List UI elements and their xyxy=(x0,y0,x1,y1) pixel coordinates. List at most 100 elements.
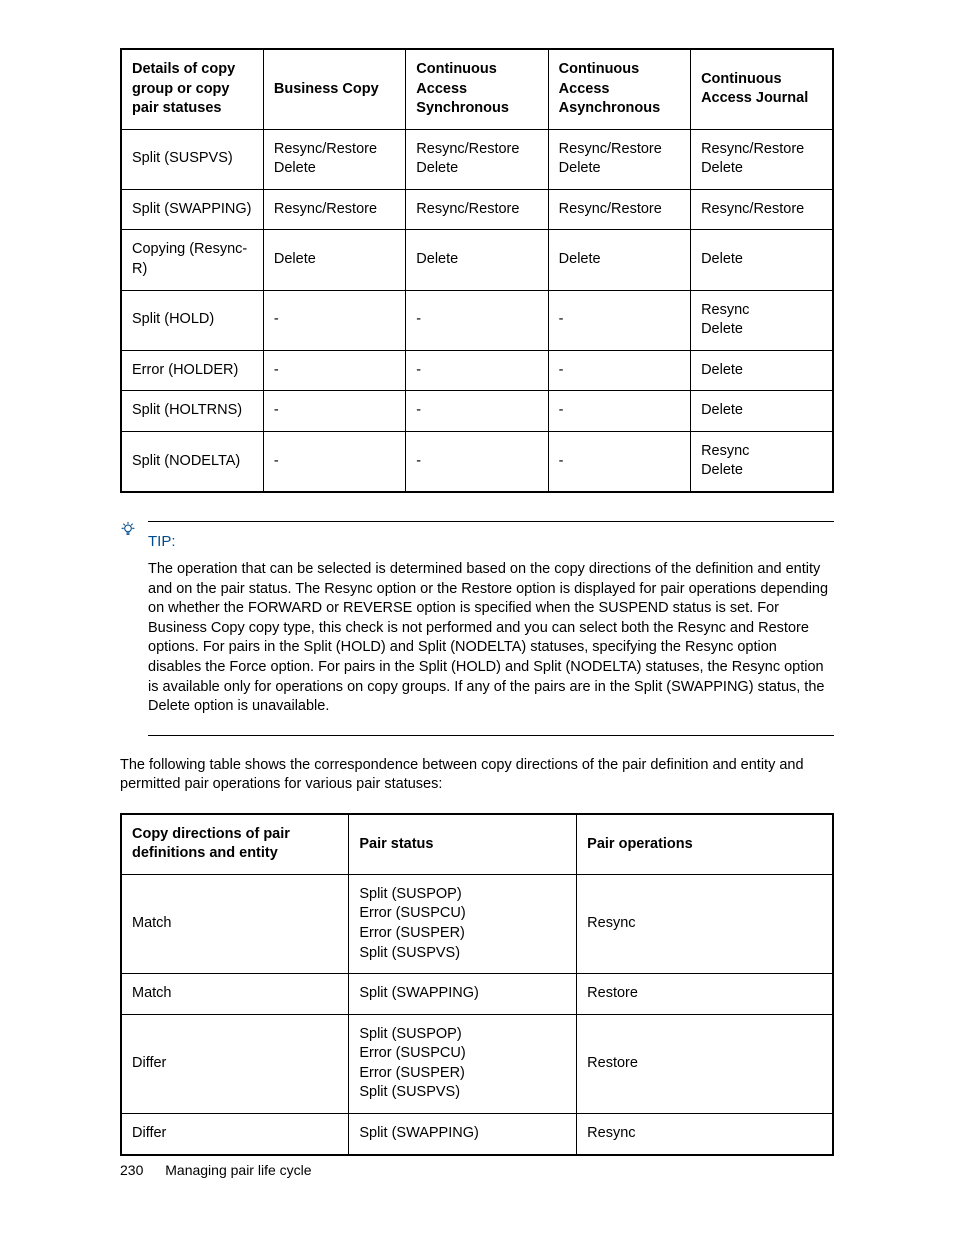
cell-line: - xyxy=(559,452,680,472)
table-cell: Error (HOLDER) xyxy=(121,350,263,391)
table-cell: - xyxy=(406,431,548,492)
cell-line: Split (SUSPOP) xyxy=(359,1025,566,1045)
table-cell: Differ xyxy=(121,1014,349,1113)
table-cell: Split (HOLD) xyxy=(121,290,263,350)
table-cell: Delete xyxy=(548,230,690,290)
cell-line: Delete xyxy=(274,250,395,270)
cell-line: Delete xyxy=(701,159,822,179)
table-row: DifferSplit (SUSPOP)Error (SUSPCU)Error … xyxy=(121,1014,833,1113)
table-row: Split (SWAPPING) Resync/Restore Resync/Res… xyxy=(121,189,833,230)
table1-header-1: Business Copy xyxy=(263,49,405,129)
cell-line: Split (SUSPOP) xyxy=(359,885,566,905)
table-row: Error (HOLDER)---Delete xyxy=(121,350,833,391)
table-cell: Resync/Restore xyxy=(406,189,548,230)
cell-line: Error (SUSPER) xyxy=(359,924,566,944)
table-cell: ResyncDelete xyxy=(691,431,833,492)
table-cell: - xyxy=(406,350,548,391)
cell-line: Delete xyxy=(701,250,822,270)
cell-line: Error (SUSPCU) xyxy=(359,1044,566,1064)
table2-header-0: Copy directions of pair definitions and … xyxy=(121,814,349,875)
table-cell: Resync/Restore xyxy=(263,189,405,230)
table-cell: - xyxy=(406,290,548,350)
table-cell: Split (NODELTA) xyxy=(121,431,263,492)
table-row: Copying (Resync-R)DeleteDeleteDeleteDele… xyxy=(121,230,833,290)
cell-line: Delete xyxy=(701,401,822,421)
table-cell: - xyxy=(263,431,405,492)
table-cell: Delete xyxy=(691,230,833,290)
paragraph-intro-table2: The following table shows the correspond… xyxy=(120,756,834,795)
cell-line: Delete xyxy=(416,159,537,179)
cell-line: - xyxy=(416,452,537,472)
table-cell: Restore xyxy=(577,1014,833,1113)
table-cell: Differ xyxy=(121,1113,349,1154)
tip-rule-bottom xyxy=(148,735,834,736)
cell-line: Split (SWAPPING) xyxy=(132,200,253,220)
table1-header-4: Continuous Access Journal xyxy=(691,49,833,129)
table1-header-2: Continuous Access Synchronous xyxy=(406,49,548,129)
table2-header-2: Pair operations xyxy=(577,814,833,875)
table-cell: Split (SUSPOP)Error (SUSPCU)Error (SUSPE… xyxy=(349,1014,577,1113)
cell-line: - xyxy=(416,310,537,330)
table-cell: Delete xyxy=(691,391,833,432)
table2-header-1: Pair status xyxy=(349,814,577,875)
table-cell: Split (SUSPOP)Error (SUSPCU)Error (SUSPE… xyxy=(349,874,577,973)
table-row: Split (HOLTRNS) - - - Delete xyxy=(121,391,833,432)
cell-line: Delete xyxy=(701,461,822,481)
cell-line: - xyxy=(559,361,680,381)
cell-line: Split (SWAPPING) xyxy=(359,984,566,1004)
table-row: Differ Split (SWAPPING) Resync xyxy=(121,1113,833,1154)
table-cell: - xyxy=(548,290,690,350)
tip-rule-top xyxy=(148,521,834,522)
table-cell: Match xyxy=(121,974,349,1015)
table-cell: Resync xyxy=(577,874,833,973)
cell-line: Split (NODELTA) xyxy=(132,452,253,472)
table-cell: Resync xyxy=(577,1113,833,1154)
cell-line: Resync/Restore xyxy=(701,140,822,160)
table-copy-directions: Copy directions of pair definitions and … xyxy=(120,813,834,1156)
cell-line: Split (SWAPPING) xyxy=(359,1124,566,1144)
cell-line: Delete xyxy=(559,250,680,270)
cell-line: - xyxy=(274,452,395,472)
table-cell: Split (SUSPVS) xyxy=(121,129,263,189)
footer-title: Managing pair life cycle xyxy=(165,1162,311,1178)
table-copy-group-statuses: Details of copy group or copy pair statu… xyxy=(120,48,834,493)
cell-line: Split (SUSPVS) xyxy=(359,1083,566,1103)
cell-line: - xyxy=(559,401,680,421)
cell-line: Split (SUSPVS) xyxy=(359,944,566,964)
cell-line: Resync/Restore xyxy=(416,200,537,220)
table-cell: Resync/RestoreDelete xyxy=(263,129,405,189)
table-cell: Match xyxy=(121,874,349,973)
table-cell: Delete xyxy=(263,230,405,290)
cell-line: Resync/Restore xyxy=(416,140,537,160)
cell-line: Resync xyxy=(701,442,822,462)
cell-line: Error (HOLDER) xyxy=(132,361,253,381)
cell-line: Delete xyxy=(701,361,822,381)
table1-header-3: Continuous Access Asynchronous xyxy=(548,49,690,129)
cell-line: Delete xyxy=(416,250,537,270)
document-page: Details of copy group or copy pair statu… xyxy=(0,0,954,1235)
cell-line: Split (SUSPVS) xyxy=(132,149,253,169)
table-row: Match Split (SWAPPING) Restore xyxy=(121,974,833,1015)
cell-line: Split (HOLD) xyxy=(132,310,253,330)
cell-line: Resync/Restore xyxy=(274,140,395,160)
table-cell: - xyxy=(263,350,405,391)
table-cell: Restore xyxy=(577,974,833,1015)
table-cell: Delete xyxy=(691,350,833,391)
cell-line: - xyxy=(559,310,680,330)
tip-label: TIP: xyxy=(148,532,176,552)
table-cell: - xyxy=(548,350,690,391)
cell-line: Resync/Restore xyxy=(274,200,395,220)
cell-line: Split (HOLTRNS) xyxy=(132,401,253,421)
cell-line: - xyxy=(416,401,537,421)
table-cell: Resync/RestoreDelete xyxy=(548,129,690,189)
tip-body-text: The operation that can be selected is de… xyxy=(148,560,834,717)
tip-block: TIP: The operation that can be selected … xyxy=(120,521,834,736)
table-row: Split (SUSPVS)Resync/RestoreDeleteResync… xyxy=(121,129,833,189)
cell-line: Error (SUSPCU) xyxy=(359,904,566,924)
cell-line: Delete xyxy=(559,159,680,179)
table-cell: Resync/Restore xyxy=(548,189,690,230)
cell-line: - xyxy=(416,361,537,381)
cell-line: - xyxy=(274,401,395,421)
table-row: Split (NODELTA)---ResyncDelete xyxy=(121,431,833,492)
table-cell: Resync/RestoreDelete xyxy=(691,129,833,189)
